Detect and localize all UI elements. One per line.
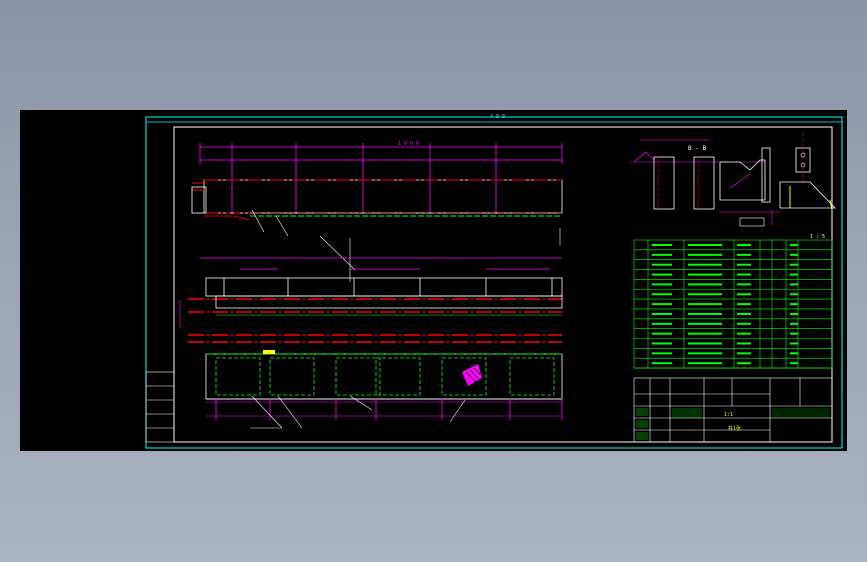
title-block-scale: 1:1: [724, 412, 733, 418]
main-length-dimension: 1 0 0 0: [398, 141, 419, 147]
overall-dimension-text: 4 9 0: [490, 114, 505, 120]
cad-viewport[interactable]: 4 9 0 1 0 0 0 B - B 1: 5 1:1 共1张: [20, 110, 847, 451]
view-middle: [179, 238, 563, 343]
left-stamp-table: [145, 371, 175, 443]
outer-frame: [145, 116, 843, 449]
section-scale: 1 : 5: [810, 234, 825, 240]
view-top-elevation: 1 0 0 0: [191, 141, 563, 271]
section-label: B - B: [688, 145, 706, 152]
title-block-sheet: 共1张: [728, 425, 741, 432]
cad-drawing-canvas[interactable]: 4 9 0 1 0 0 0 B - B 1: 5 1:1 共1张: [20, 110, 847, 451]
section-detail-view: B - B 1 : 5: [630, 132, 836, 240]
view-bottom-plan: [205, 350, 563, 429]
